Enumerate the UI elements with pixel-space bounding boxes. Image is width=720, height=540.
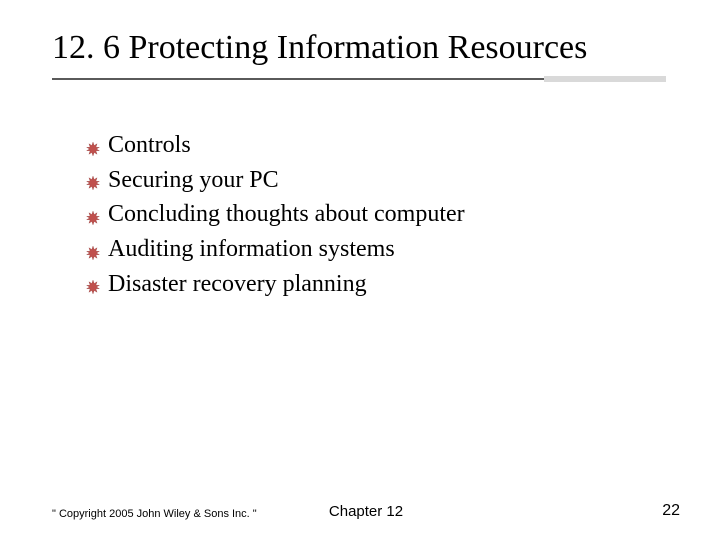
- bullet-list: Controls Securing your PC Concluding tho…: [86, 130, 660, 304]
- bullet-text: Securing your PC: [108, 165, 660, 196]
- list-item: Disaster recovery planning: [86, 269, 660, 300]
- footer-pagenumber: 22: [662, 502, 680, 520]
- starburst-icon: [86, 130, 108, 160]
- list-item: Securing your PC: [86, 165, 660, 196]
- bullet-text: Disaster recovery planning: [108, 269, 660, 300]
- list-item: Controls: [86, 130, 660, 161]
- slide-footer: " Copyright 2005 John Wiley & Sons Inc. …: [52, 490, 680, 520]
- underline-dark-segment: [52, 78, 544, 80]
- underline-light-segment: [544, 76, 666, 82]
- starburst-icon: [86, 234, 108, 264]
- list-item: Auditing information systems: [86, 234, 660, 265]
- starburst-icon: [86, 269, 108, 299]
- title-underline: [52, 76, 666, 82]
- bullet-text: Auditing information systems: [108, 234, 660, 265]
- slide: 12. 6 Protecting Information Resources C…: [0, 0, 720, 540]
- footer-chapter: Chapter 12: [52, 503, 680, 520]
- list-item: Concluding thoughts about computer: [86, 199, 660, 230]
- slide-title: 12. 6 Protecting Information Resources: [52, 28, 680, 67]
- starburst-icon: [86, 165, 108, 195]
- starburst-icon: [86, 199, 108, 229]
- bullet-text: Controls: [108, 130, 660, 161]
- bullet-text: Concluding thoughts about computer: [108, 199, 660, 230]
